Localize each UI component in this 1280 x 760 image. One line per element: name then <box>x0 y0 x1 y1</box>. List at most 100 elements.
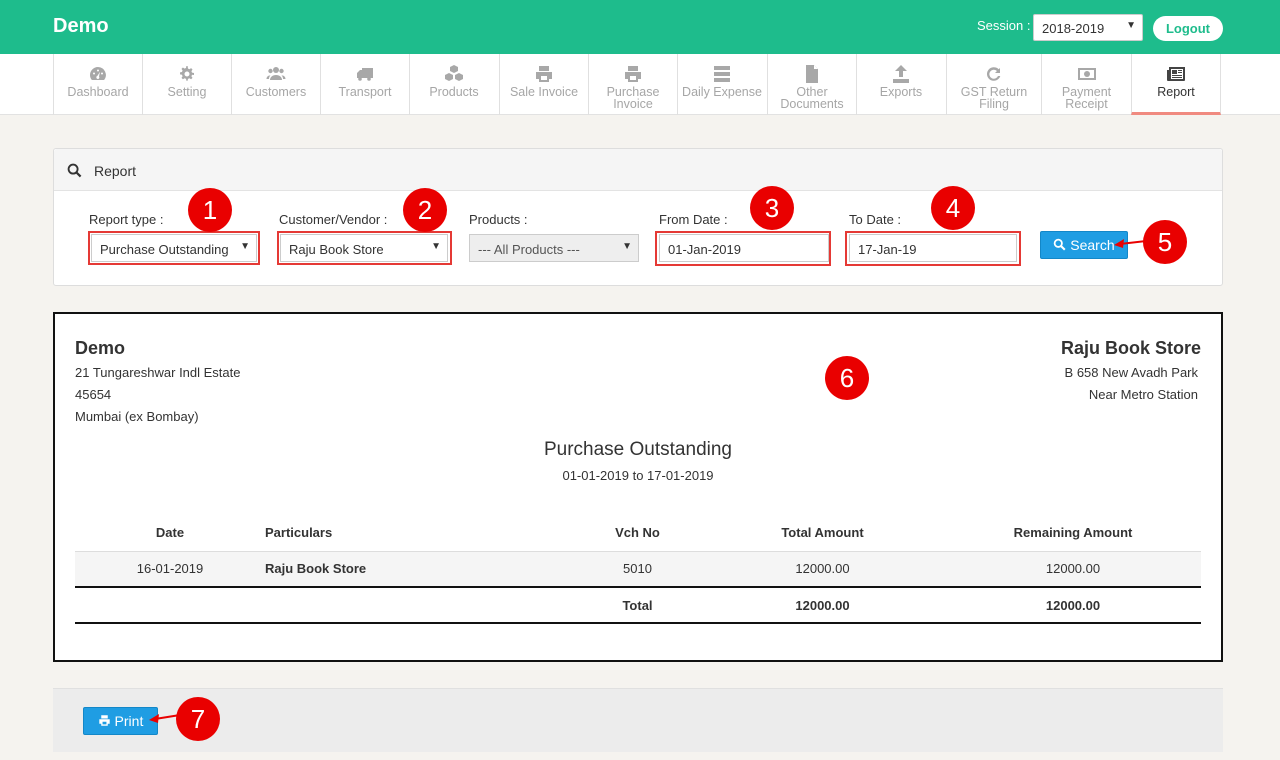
top-bar: Demo Session : 2018-2019 ▼ Logout <box>0 0 1280 54</box>
refresh-icon <box>947 64 1041 86</box>
nav-item-sale-invoice[interactable]: Sale Invoice <box>499 54 588 115</box>
nav-label: Sale Invoice <box>509 85 579 99</box>
products-value: --- All Products --- <box>478 242 580 257</box>
annotation-badge: 1 <box>188 188 232 232</box>
nav-item-customers[interactable]: Customers <box>231 54 320 115</box>
cell-particulars: Raju Book Store <box>265 551 575 588</box>
nav-item-report[interactable]: Report <box>1131 54 1221 115</box>
app-brand[interactable]: Demo <box>53 15 109 38</box>
report-preview: Demo 21 Tungareshwar Indl Estate 45654 M… <box>53 312 1223 662</box>
search-button-label: Search <box>1070 237 1115 253</box>
annotation-badge: 7 <box>176 697 220 741</box>
nav-label: Other Documents <box>780 85 844 111</box>
customer-vendor-label: Customer/Vendor : <box>279 212 388 227</box>
column-header: Vch No <box>575 515 700 552</box>
customer-name: Raju Book Store <box>1060 338 1201 358</box>
highlight-box <box>655 231 831 266</box>
totals-row: Total 12000.00 12000.00 <box>75 587 1201 624</box>
printer-icon <box>500 64 588 86</box>
nav-label: Report <box>1157 85 1195 99</box>
main-nav: Dashboard Setting Customers Transport Pr… <box>0 54 1280 115</box>
caret-down-icon: ▼ <box>622 241 632 252</box>
annotation-badge: 6 <box>825 356 869 400</box>
nav-item-products[interactable]: Products <box>409 54 498 115</box>
column-header: Date <box>75 515 265 552</box>
users-icon <box>232 64 320 86</box>
nav-label: Purchase Invoice <box>606 85 660 111</box>
customer-address-line: B 658 New Avadh Park <box>1064 365 1198 380</box>
report-type-label: Report type : <box>89 212 164 227</box>
products-label: Products : <box>469 212 528 227</box>
gear-icon <box>143 64 231 86</box>
nav-item-daily-expense[interactable]: Daily Expense <box>677 54 766 115</box>
report-title: Purchase Outstanding <box>543 439 732 460</box>
totals-total-amount: 12000.00 <box>700 587 945 624</box>
nav-item-exports[interactable]: Exports <box>856 54 945 115</box>
cell-vch-no: 5010 <box>575 551 700 588</box>
cubes-icon <box>410 64 498 86</box>
report-table: Date Particulars Vch No Total Amount Rem… <box>75 515 1201 624</box>
documents-icon <box>768 64 856 86</box>
report-footer: Print <box>53 688 1223 752</box>
money-icon <box>1042 64 1131 86</box>
nav-label: Dashboard <box>67 85 129 99</box>
print-button-label: Print <box>114 713 144 729</box>
annotation-badge: 4 <box>931 186 975 230</box>
nav-item-setting[interactable]: Setting <box>142 54 231 115</box>
cell-total-amount: 12000.00 <box>700 551 945 588</box>
table-row: 16-01-2019 Raju Book Store 5010 12000.00… <box>75 551 1201 588</box>
nav-item-transport[interactable]: Transport <box>320 54 409 115</box>
caret-down-icon: ▼ <box>1126 20 1136 31</box>
column-header: Total Amount <box>700 515 945 552</box>
annotation-badge: 2 <box>403 188 447 232</box>
printer-icon <box>98 715 110 726</box>
annotation-badge: 3 <box>750 186 794 230</box>
annotation-badge: 5 <box>1143 220 1187 264</box>
table-header-row: Date Particulars Vch No Total Amount Rem… <box>75 515 1201 552</box>
nav-label: GST Return Filing <box>960 85 1028 111</box>
search-icon <box>67 163 82 178</box>
panel-title: Report <box>94 163 137 179</box>
nav-label: Payment Receipt <box>1061 85 1112 111</box>
products-select[interactable]: --- All Products --- ▼ <box>469 234 639 262</box>
totals-label: Total <box>575 587 700 624</box>
upload-icon <box>857 64 945 86</box>
from-date-label: From Date : <box>659 212 728 227</box>
server-icon <box>678 64 766 86</box>
highlight-box <box>88 231 260 265</box>
company-name: Demo <box>75 338 126 358</box>
highlight-box <box>845 231 1021 266</box>
totals-remaining-amount: 12000.00 <box>945 587 1201 624</box>
nav-item-purchase-invoice[interactable]: Purchase Invoice <box>588 54 677 115</box>
nav-label: Customers <box>245 85 307 99</box>
report-date-range: 01-01-2019 to 17-01-2019 <box>562 468 714 483</box>
session-select[interactable]: 2018-2019 ▼ <box>1033 14 1143 41</box>
panel-header: Report <box>54 149 1222 191</box>
dashboard-icon <box>54 64 142 86</box>
company-address-line: 21 Tungareshwar Indl Estate <box>75 365 241 380</box>
search-icon <box>1054 238 1066 251</box>
printer-icon <box>589 64 677 86</box>
highlight-box <box>277 231 452 265</box>
newspaper-icon <box>1132 64 1220 86</box>
nav-item-gst-return-filing[interactable]: GST Return Filing <box>946 54 1041 115</box>
to-date-label: To Date : <box>849 212 902 227</box>
company-address-line: Mumbai (ex Bombay) <box>75 409 199 424</box>
truck-icon <box>321 64 409 86</box>
column-header: Particulars <box>265 515 575 552</box>
customer-address-line: Near Metro Station <box>1088 387 1198 402</box>
company-address-line: 45654 <box>75 387 112 402</box>
session-value: 2018-2019 <box>1042 21 1105 36</box>
nav-label: Transport <box>338 85 392 99</box>
nav-item-payment-receipt[interactable]: Payment Receipt <box>1041 54 1131 115</box>
nav-label: Setting <box>167 85 207 99</box>
nav-item-dashboard[interactable]: Dashboard <box>53 54 142 115</box>
cell-remaining-amount: 12000.00 <box>945 551 1201 588</box>
cell-date: 16-01-2019 <box>75 551 265 588</box>
nav-label: Daily Expense <box>682 85 762 99</box>
session-label: Session : <box>977 18 1031 33</box>
nav-item-other-documents[interactable]: Other Documents <box>767 54 856 115</box>
logout-button[interactable]: Logout <box>1153 16 1223 41</box>
column-header: Remaining Amount <box>945 515 1201 552</box>
nav-label: Products <box>429 85 479 99</box>
